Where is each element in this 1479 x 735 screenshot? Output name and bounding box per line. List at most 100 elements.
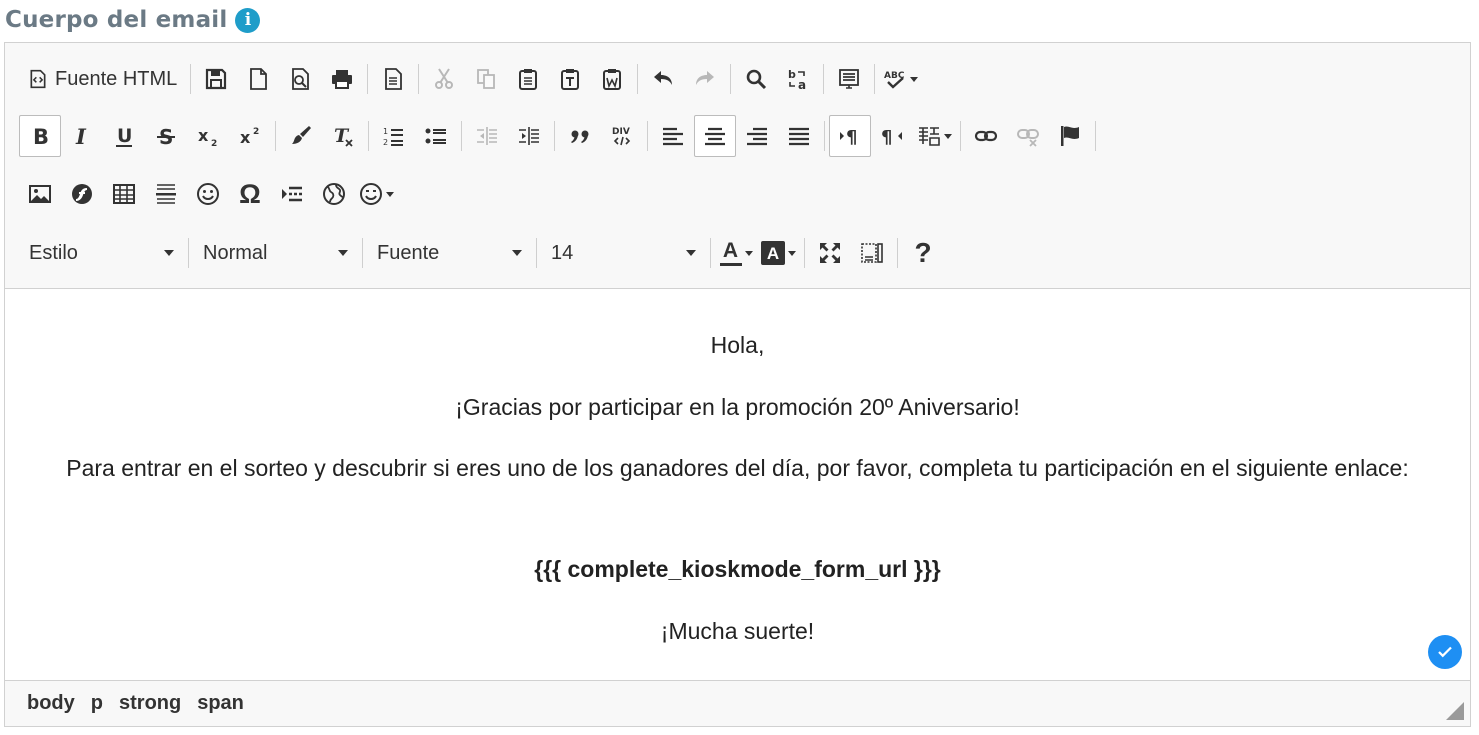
image-button[interactable] [19, 173, 61, 215]
paste-text-button[interactable] [549, 58, 591, 100]
redo-button[interactable] [684, 58, 726, 100]
chevron-down-icon [910, 76, 919, 82]
align-right-button[interactable] [736, 115, 778, 157]
toolbar-separator [461, 121, 462, 151]
blockquote-button[interactable] [559, 115, 601, 157]
redo-icon [696, 71, 715, 85]
spellcheck-icon: ABC [884, 71, 905, 89]
text-direction-ltr-button[interactable]: ¶ [829, 115, 871, 157]
toolbar-separator [804, 238, 805, 268]
preview-button[interactable] [279, 58, 321, 100]
svg-text:2: 2 [253, 127, 259, 137]
element-path-bar: body p strong span [5, 680, 1470, 726]
superscript-button[interactable]: x2 [229, 115, 271, 157]
clipboard-word-icon [603, 69, 622, 90]
preview-icon [292, 68, 310, 90]
text-direction-rtl-button[interactable]: ¶ [871, 115, 913, 157]
link-button[interactable] [965, 115, 1007, 157]
strikethrough-button[interactable]: S [145, 115, 187, 157]
subscript-button[interactable]: x2 [187, 115, 229, 157]
indent-button[interactable] [508, 115, 550, 157]
style-combo-value: Estilo [29, 241, 78, 264]
info-icon[interactable]: i [235, 7, 261, 33]
bg-color-glyph: A [766, 243, 780, 263]
paste-word-button[interactable] [591, 58, 633, 100]
align-center-icon [705, 127, 725, 146]
format-combo[interactable]: Normal [193, 232, 358, 274]
text-color-button[interactable]: A [715, 232, 757, 274]
path-item-span[interactable]: span [189, 692, 252, 715]
horizontal-rule-button[interactable] [145, 173, 187, 215]
copy-format-button[interactable] [280, 115, 322, 157]
replace-button[interactable]: ba [777, 58, 819, 100]
numbered-list-button[interactable]: 12 [373, 115, 415, 157]
create-div-button[interactable]: DIV [601, 115, 643, 157]
templates-button[interactable] [372, 58, 414, 100]
page-break-icon [282, 186, 302, 202]
select-all-button[interactable] [828, 58, 870, 100]
table-button[interactable] [103, 173, 145, 215]
save-button[interactable] [195, 58, 237, 100]
justify-button[interactable] [778, 115, 820, 157]
anchor-button[interactable] [1049, 115, 1091, 157]
copy-button[interactable] [465, 58, 507, 100]
smiley-button[interactable] [187, 173, 229, 215]
font-size-combo[interactable]: 14 [541, 232, 706, 274]
floppy-disk-icon [206, 68, 227, 90]
style-combo[interactable]: Estilo [19, 232, 184, 274]
page-break-button[interactable] [271, 173, 313, 215]
svg-text:¶: ¶ [881, 127, 892, 148]
chevron-down-icon [944, 133, 952, 139]
blank-page-icon [250, 68, 268, 90]
path-item-strong[interactable]: strong [111, 692, 189, 715]
rtl-paragraph-icon: ¶ [881, 127, 902, 148]
toolbar-separator [362, 238, 363, 268]
language-button[interactable] [913, 115, 956, 157]
align-left-button[interactable] [652, 115, 694, 157]
font-combo-value: Fuente [377, 241, 440, 264]
editor-content[interactable]: Hola, ¡Gracias por participar en la prom… [5, 289, 1470, 681]
spellcheck-status-badge[interactable] [1428, 635, 1462, 669]
special-character-button[interactable]: Ω [229, 173, 271, 215]
document-lines-icon [385, 68, 403, 90]
new-page-button[interactable] [237, 58, 279, 100]
svg-text:1: 1 [383, 127, 388, 136]
path-item-p[interactable]: p [83, 692, 111, 715]
bold-button[interactable]: B [19, 115, 61, 157]
toolbar-separator [418, 64, 420, 94]
font-combo[interactable]: Fuente [367, 232, 532, 274]
show-blocks-button[interactable] [851, 232, 893, 274]
toolbar-separator [368, 121, 369, 151]
help-button[interactable]: ? [902, 232, 944, 274]
background-color-button[interactable]: A [757, 232, 800, 274]
emoji-button[interactable] [355, 173, 398, 215]
undo-button[interactable] [642, 58, 684, 100]
resize-handle[interactable] [1446, 702, 1464, 720]
instruction-paragraph: Para entrar en el sorteo y descubrir si … [66, 455, 1409, 481]
italic-button[interactable]: I [61, 115, 103, 157]
underline-button[interactable]: U [103, 115, 145, 157]
print-button[interactable] [321, 58, 363, 100]
path-item-body[interactable]: body [19, 692, 83, 715]
bulleted-list-button[interactable] [415, 115, 457, 157]
superscript-icon: x2 [240, 127, 259, 147]
source-html-button[interactable]: Fuente HTML [19, 58, 186, 100]
align-center-button[interactable] [694, 115, 736, 157]
table-icon [113, 184, 135, 204]
maximize-button[interactable] [809, 232, 851, 274]
remove-format-button[interactable]: T [322, 115, 364, 157]
chevron-down-icon [686, 250, 696, 256]
strikethrough-icon: S [157, 125, 175, 148]
spellcheck-button[interactable]: ABC [879, 58, 922, 100]
iframe-button[interactable] [313, 173, 355, 215]
toolbar-separator [823, 64, 825, 94]
svg-text:I: I [75, 124, 87, 148]
paste-button[interactable] [507, 58, 549, 100]
flash-button[interactable] [61, 173, 103, 215]
select-all-icon [839, 69, 860, 89]
unlink-button[interactable] [1007, 115, 1049, 157]
find-button[interactable] [735, 58, 777, 100]
cut-button[interactable] [423, 58, 465, 100]
help-icon: ? [914, 237, 932, 268]
outdent-button[interactable] [466, 115, 508, 157]
